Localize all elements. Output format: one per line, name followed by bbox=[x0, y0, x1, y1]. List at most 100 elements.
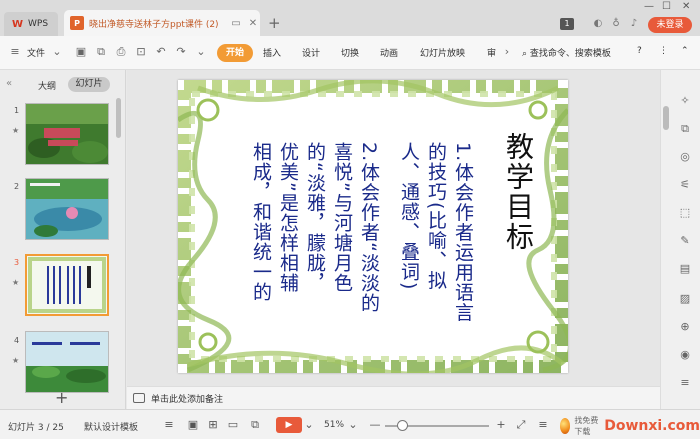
canvas-scrollbar[interactable] bbox=[663, 106, 669, 130]
status-bar: 幻灯片 3 / 25 默认设计模板 ≡ ▣ ⊞ ▭ ⧉ ▶ ⌄ 51% ⌄ — … bbox=[0, 409, 700, 439]
slide-thumbnail-3[interactable] bbox=[25, 254, 109, 316]
tab-slides[interactable]: 幻灯片 bbox=[68, 77, 110, 92]
wps-home-tab[interactable]: W WPS bbox=[4, 12, 58, 36]
slide-title: 教学目标 bbox=[502, 132, 535, 252]
animation-panel-icon[interactable]: ⬚ bbox=[678, 206, 692, 220]
document-tab[interactable]: P 晓出净慈寺送林子方ppt课件 (2) ▭ ✕ bbox=[64, 10, 260, 36]
slide-body-line: 的技巧(比喻、拟 bbox=[425, 142, 447, 291]
slide-number: 2 bbox=[14, 182, 20, 191]
maximize-icon[interactable]: ☐ bbox=[662, 1, 671, 12]
settings-sliders-icon[interactable]: ⚟ bbox=[678, 178, 692, 192]
add-slide-button[interactable]: + bbox=[55, 388, 68, 407]
layout-icon[interactable]: ▤ bbox=[678, 262, 692, 276]
transition-icon[interactable]: ✎ bbox=[678, 234, 692, 248]
image-icon[interactable]: ▨ bbox=[678, 292, 692, 306]
copy-slides-icon[interactable]: ⧉ bbox=[678, 122, 692, 136]
panel-scrollbar[interactable] bbox=[116, 98, 121, 138]
tab-animation[interactable]: 动画 bbox=[380, 46, 398, 59]
help-button[interactable]: ? bbox=[637, 46, 642, 56]
slide-thumbnail-1[interactable] bbox=[25, 103, 109, 165]
file-menu[interactable]: 文件 bbox=[27, 46, 45, 59]
collapse-panel-icon[interactable]: « bbox=[6, 78, 12, 89]
thumbnail-2-image bbox=[26, 179, 108, 239]
search-icon: ⌕ bbox=[522, 49, 528, 59]
slide-thumbnail-4[interactable] bbox=[25, 331, 109, 393]
more-tools-icon[interactable]: ≡ bbox=[678, 376, 692, 390]
play-slideshow-button[interactable]: ▶ bbox=[276, 417, 302, 433]
tab-transition[interactable]: 切换 bbox=[341, 46, 359, 59]
current-slide[interactable]: 教学目标 1.体会作者运用语言 的技巧(比喻、拟 人、通感、叠词) 2.体会作者… bbox=[178, 80, 568, 373]
print-icon[interactable]: ⎙ bbox=[114, 45, 128, 59]
undo-icon[interactable]: ↶ bbox=[154, 45, 168, 59]
minimize-icon[interactable]: — bbox=[644, 1, 654, 12]
shirt-icon[interactable]: ♁ bbox=[610, 18, 622, 30]
tab-slideshow[interactable]: 幻灯片放映 bbox=[420, 46, 465, 59]
tab-design[interactable]: 设计 bbox=[302, 46, 320, 59]
zoom-slider-handle[interactable] bbox=[397, 420, 408, 431]
more-chevron-icon[interactable]: ⌄ bbox=[194, 45, 208, 59]
thumbnail-4-image bbox=[26, 332, 108, 392]
slide-indicator: 幻灯片 3 / 25 bbox=[8, 423, 64, 433]
slide-thumbnail-2[interactable] bbox=[25, 178, 109, 240]
ribbon-toolbar: ≡ 文件 ⌄ ▣ ⧉ ⎙ ⊡ ↶ ↷ ⌄ 开始 插入 设计 切换 动画 幻灯片放… bbox=[0, 36, 700, 70]
slide-sorter-icon[interactable]: ⊞ bbox=[206, 418, 220, 432]
presentation-file-icon: P bbox=[70, 16, 84, 30]
watermark-site: Downxi.com bbox=[604, 418, 700, 434]
menu-icon[interactable]: ≡ bbox=[8, 45, 22, 59]
chevron-down-icon[interactable]: ⌄ bbox=[50, 45, 64, 59]
normal-view-icon[interactable]: ▣ bbox=[186, 418, 200, 432]
skin-icon[interactable]: ◐ bbox=[592, 18, 604, 30]
slide-body-line: 1.体会作者运用语言 bbox=[452, 142, 474, 323]
thumbnail-3-image bbox=[27, 256, 107, 314]
slide-panel: « 大纲 幻灯片 1 ★ 2 3 ★ 4 ★ + bbox=[0, 70, 126, 409]
right-sidebar: ✧ ⧉ ◎ ⚟ ⬚ ✎ ▤ ▨ ⊕ ◉ ≡ bbox=[660, 70, 700, 409]
command-search[interactable]: ⌕ 查找命令、搜索模板 bbox=[522, 46, 611, 59]
notes-icon bbox=[133, 393, 145, 403]
thumbnail-1-image bbox=[26, 104, 108, 164]
notes-toggle-icon[interactable]: ≡ bbox=[162, 418, 176, 432]
tab-outline[interactable]: 大纲 bbox=[38, 79, 56, 92]
animation-star-icon: ★ bbox=[12, 126, 20, 135]
wps-tab-label: WPS bbox=[28, 19, 49, 29]
slide-body-line: 喜悦”与河塘月色 bbox=[331, 142, 353, 293]
title-bar: W WPS P 晓出净慈寺送林子方ppt课件 (2) ▭ ✕ + — ☐ ✕ 1… bbox=[0, 0, 700, 36]
add-tab-button[interactable]: + bbox=[268, 14, 281, 32]
close-window-icon[interactable]: ✕ bbox=[682, 1, 690, 12]
magic-icon[interactable]: ✧ bbox=[678, 94, 692, 108]
save-icon[interactable]: ▣ bbox=[74, 45, 88, 59]
slide-canvas: 教学目标 1.体会作者运用语言 的技巧(比喻、拟 人、通感、叠词) 2.体会作者… bbox=[127, 70, 660, 386]
template-label[interactable]: 默认设计模板 bbox=[84, 420, 138, 433]
watermark-logo-icon bbox=[560, 418, 571, 434]
close-tab-icon[interactable]: ✕ bbox=[247, 17, 259, 29]
ribbon-scroll-right-icon[interactable]: › bbox=[500, 45, 514, 59]
help-icon[interactable]: ◉ bbox=[678, 348, 692, 362]
reading-view-icon[interactable]: ▭ bbox=[226, 418, 240, 432]
login-button[interactable]: 未登录 bbox=[648, 17, 692, 33]
zoom-out-icon[interactable]: — bbox=[368, 418, 382, 432]
tab-review[interactable]: 审 bbox=[487, 46, 496, 59]
zoom-in-icon[interactable]: + bbox=[494, 418, 508, 432]
play-options-chevron-icon[interactable]: ⌄ bbox=[302, 418, 316, 432]
shapes-icon[interactable]: ◎ bbox=[678, 150, 692, 164]
notes-bar[interactable]: 单击此处添加备注 bbox=[127, 386, 660, 409]
presenter-view-icon[interactable]: ⧉ bbox=[248, 418, 262, 432]
account-count-badge[interactable]: 1 bbox=[560, 18, 574, 30]
slide-body-line: 的“淡雅，朦胧， bbox=[304, 142, 326, 293]
bell-icon[interactable]: ♪ bbox=[628, 18, 640, 30]
zoom-dropdown-icon[interactable]: ⌄ bbox=[346, 418, 360, 432]
search-label: 查找命令、搜索模板 bbox=[529, 49, 611, 59]
share-icon[interactable]: ⊕ bbox=[678, 320, 692, 334]
tab-start[interactable]: 开始 bbox=[217, 44, 253, 62]
slide-number: 3 bbox=[14, 258, 20, 267]
collapse-ribbon-icon[interactable]: ⌃ bbox=[681, 46, 689, 56]
zoom-level[interactable]: 51% bbox=[324, 420, 344, 430]
fit-window-icon[interactable]: ⤢ bbox=[514, 418, 528, 432]
panel-tabs: « 大纲 幻灯片 bbox=[0, 76, 126, 94]
more-icon[interactable]: ≡ bbox=[536, 418, 550, 432]
print-preview-icon[interactable]: ⊡ bbox=[134, 45, 148, 59]
export-pdf-icon[interactable]: ⧉ bbox=[94, 45, 108, 59]
redo-icon[interactable]: ↷ bbox=[174, 45, 188, 59]
tab-insert[interactable]: 插入 bbox=[263, 46, 281, 59]
monitor-icon[interactable]: ▭ bbox=[230, 17, 242, 29]
more-options-icon[interactable]: ⋮ bbox=[659, 46, 668, 56]
